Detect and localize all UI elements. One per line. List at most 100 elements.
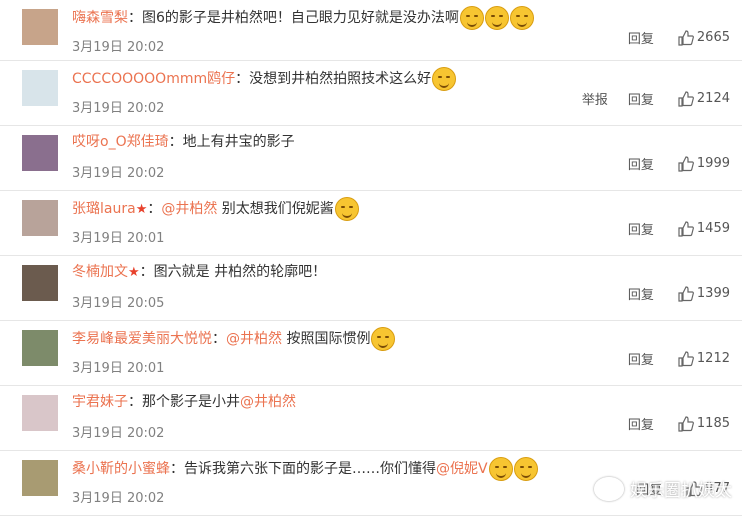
avatar[interactable] [22,135,58,171]
comment-item: CCCCOOOOOmmm鸥仔：没想到井柏然拍照技术这么好 3月19日 20:02… [0,61,742,126]
reply-link[interactable]: 回复 [618,284,664,303]
like-button[interactable]: 1399 [664,285,730,302]
username-link[interactable]: 冬楠加文 [72,264,128,280]
like-count: 1459 [696,221,730,236]
avatar[interactable] [22,200,58,236]
separator: ： [139,264,154,280]
username-link[interactable]: 桑小靳的小蜜蜂 [72,461,170,477]
comment-body: 嗨森雪梨：图6的影子是井柏然吧！自己眼力见好就是没办法啊 3月19日 20:02 [72,6,732,55]
like-button[interactable]: 2124 [664,90,730,107]
comment-body: 宇君妹子：那个影子是小井@井柏然 3月19日 20:02 [72,392,732,441]
comment-actions: 回复 1999 [618,154,730,173]
comment-text: 告诉我第六张下面的影子是……你们懂得 [184,461,436,477]
like-button[interactable]: 1459 [664,220,730,237]
wechat-icon [594,476,624,501]
vip-star-icon: ★ [128,265,140,280]
comment-body: 冬楠加文★：图六就是 井柏然的轮廓吧！ 3月19日 20:05 [72,262,732,311]
mention-link[interactable]: @井柏然 [161,201,217,217]
mention-link[interactable]: @倪妮V [436,461,488,477]
like-count: 1185 [696,416,730,431]
like-count: 1212 [696,351,730,366]
report-link[interactable]: 举报 [572,89,618,108]
username-link[interactable]: 张璐laura [72,201,136,217]
avatar[interactable] [22,395,58,431]
watermark-text: 娱乐圈扒姨太 [630,481,732,501]
avatar[interactable] [22,9,58,45]
comment-list: 嗨森雪梨：图6的影子是井柏然吧！自己眼力见好就是没办法啊 3月19日 20:02… [0,0,742,516]
timestamp: 3月19日 20:02 [72,101,165,116]
mention-link[interactable]: @井柏然 [240,394,296,410]
timestamp: 3月19日 20:01 [72,361,165,376]
thumbs-up-icon [678,220,694,237]
watermark: 娱乐圈扒姨太 [594,476,732,501]
comment-text: 没想到井柏然拍照技术这么好 [249,71,432,87]
comment-text-line: 张璐laura★：@井柏然 别太想我们倪妮酱 [72,197,732,221]
smile-emoji-icon [459,6,484,30]
comment-body: 张璐laura★：@井柏然 别太想我们倪妮酱 3月19日 20:01 [72,197,732,246]
username-link[interactable]: CCCCOOOOOmmm鸥仔 [72,71,235,87]
reply-link[interactable]: 回复 [618,349,664,368]
like-button[interactable]: 1999 [664,155,730,172]
comment-body: 李易峰最爱美丽大悦悦：@井柏然 按照国际惯例 3月19日 20:01 [72,327,732,376]
username-link[interactable]: 李易峰最爱美丽大悦悦 [72,331,212,347]
comment-text-line: 哎呀o_O郑佳琦：地上有井宝的影子 [72,132,732,152]
comment-text-line: CCCCOOOOOmmm鸥仔：没想到井柏然拍照技术这么好 [72,67,732,91]
comment-actions: 回复 1399 [618,284,730,303]
separator: ： [170,461,184,477]
thumbs-up-icon [678,285,694,302]
comment-item: 嗨森雪梨：图6的影子是井柏然吧！自己眼力见好就是没办法啊 3月19日 20:02… [0,0,742,61]
comment-text-2: 按照国际惯例 [282,331,371,347]
thumbs-up-icon [678,350,694,367]
avatar[interactable] [22,330,58,366]
reply-link[interactable]: 回复 [618,89,664,108]
timestamp: 3月19日 20:05 [72,296,165,311]
timestamp: 3月19日 20:01 [72,231,165,246]
comment-actions: 回复 1212 [618,349,730,368]
separator: ： [128,394,142,410]
smile-emoji-icon [484,6,509,30]
separator: ： [147,201,162,217]
comment-text-line: 嗨森雪梨：图6的影子是井柏然吧！自己眼力见好就是没办法啊 [72,6,732,30]
avatar[interactable] [22,265,58,301]
reply-link[interactable]: 回复 [618,219,664,238]
comment-text: 地上有井宝的影子 [182,134,295,150]
like-button[interactable]: 1212 [664,350,730,367]
comment-text: 图6的影子是井柏然吧！自己眼力见好就是没办法啊 [142,10,459,26]
comment-text: 那个影子是小井 [142,394,240,410]
comment-actions: 举报 回复 2124 [572,89,730,108]
comment-item: 李易峰最爱美丽大悦悦：@井柏然 按照国际惯例 3月19日 20:01 回复 12… [0,321,742,386]
reply-link[interactable]: 回复 [618,414,664,433]
comment-item: 哎呀o_O郑佳琦：地上有井宝的影子 3月19日 20:02 回复 1999 [0,126,742,191]
reply-link[interactable]: 回复 [618,154,664,173]
thumbs-up-icon [678,415,694,432]
separator: ： [235,71,250,87]
comment-item: 张璐laura★：@井柏然 别太想我们倪妮酱 3月19日 20:01 回复 14… [0,191,742,256]
smile-emoji-icon [432,67,457,91]
smile-emoji-icon [334,197,359,221]
vip-star-icon: ★ [135,202,148,217]
like-button[interactable]: 1185 [664,415,730,432]
comment-actions: 回复 1459 [618,219,730,238]
comment-text-2: 别太想我们倪妮酱 [217,201,334,217]
timestamp: 3月19日 20:02 [72,166,165,181]
comment-actions: 回复 2665 [618,28,730,47]
comment-text-line: 宇君妹子：那个影子是小井@井柏然 [72,392,732,412]
like-button[interactable]: 2665 [664,29,730,46]
smile-emoji-icon [371,327,396,351]
reply-link[interactable]: 回复 [618,28,664,47]
like-count: 2665 [696,30,730,45]
username-link[interactable]: 嗨森雪梨 [72,10,128,26]
username-link[interactable]: 哎呀o_O郑佳琦 [72,134,169,150]
avatar[interactable] [22,70,58,106]
mention-link[interactable]: @井柏然 [226,331,282,347]
avatar[interactable] [22,460,58,496]
username-link[interactable]: 宇君妹子 [72,394,128,410]
comment-body: CCCCOOOOOmmm鸥仔：没想到井柏然拍照技术这么好 3月19日 20:02 [72,67,732,116]
comment-item: 宇君妹子：那个影子是小井@井柏然 3月19日 20:02 回复 1185 [0,386,742,451]
thumbs-up-icon [678,90,694,107]
smile-emoji-icon [488,457,513,481]
comment-text-line: 李易峰最爱美丽大悦悦：@井柏然 按照国际惯例 [72,327,732,351]
smile-emoji-icon [513,457,538,481]
timestamp: 3月19日 20:02 [72,40,165,55]
comment-item: 冬楠加文★：图六就是 井柏然的轮廓吧！ 3月19日 20:05 回复 1399 [0,256,742,321]
